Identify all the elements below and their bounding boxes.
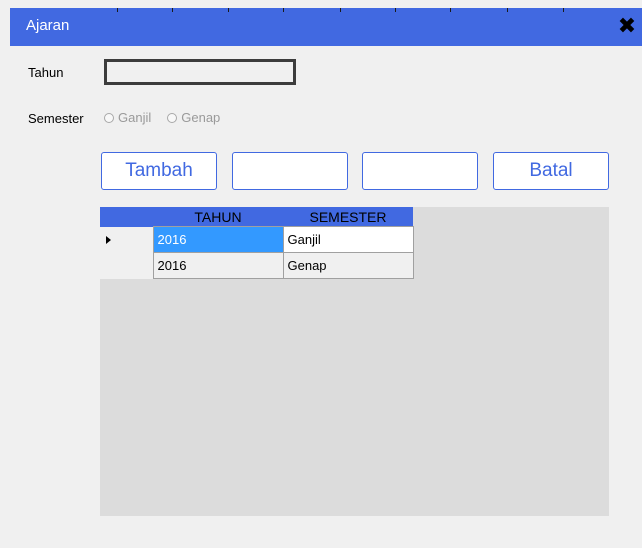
column-header-semester[interactable]: SEMESTER <box>283 207 413 227</box>
cell-semester[interactable]: Genap <box>282 252 414 279</box>
table-row[interactable]: 2016 Ganjil <box>100 226 414 253</box>
tahun-input[interactable] <box>104 59 296 85</box>
radio-circle-icon <box>104 112 114 123</box>
column-header-tahun[interactable]: TAHUN <box>153 207 283 227</box>
title-tick <box>117 8 118 12</box>
radio-circle-icon <box>167 112 178 123</box>
radio-ganjil-label: Ganjil <box>118 110 152 125</box>
radio-genap[interactable]: Genap <box>167 110 220 125</box>
title-tick <box>507 8 508 12</box>
title-tick <box>450 8 451 12</box>
title-bar[interactable]: Ajaran ✖ <box>10 8 642 46</box>
title-tick <box>563 8 564 12</box>
blank-button-2[interactable] <box>232 152 348 190</box>
blank-button-3[interactable] <box>362 152 478 190</box>
title-tick <box>172 8 173 12</box>
semester-radio-group: Ganjil Genap <box>104 110 220 125</box>
row-header[interactable] <box>100 252 153 279</box>
cell-tahun[interactable]: 2016 <box>152 252 284 279</box>
title-tick <box>395 8 396 12</box>
semester-label: Semester <box>28 111 84 126</box>
grid-table: TAHUN SEMESTER 2016 Ganjil 2016 Genap <box>100 207 414 279</box>
title-tick <box>228 8 229 12</box>
radio-genap-label: Genap <box>181 110 221 125</box>
grid-header-row: TAHUN SEMESTER <box>100 207 413 227</box>
radio-ganjil[interactable]: Ganjil <box>104 110 151 125</box>
title-tick <box>340 8 341 12</box>
window-title: Ajaran <box>26 17 70 34</box>
table-row[interactable]: 2016 Genap <box>100 252 414 279</box>
data-grid[interactable]: TAHUN SEMESTER 2016 Ganjil 2016 Genap <box>100 207 609 516</box>
tahun-label: Tahun <box>28 65 64 80</box>
cell-tahun[interactable]: 2016 <box>152 226 284 253</box>
title-tick <box>283 8 284 12</box>
cell-semester[interactable]: Ganjil <box>282 226 414 253</box>
close-icon[interactable]: ✖ <box>616 14 638 38</box>
tambah-button[interactable]: Tambah <box>101 152 217 190</box>
current-row-arrow-icon <box>106 236 111 244</box>
row-header[interactable] <box>100 226 153 253</box>
batal-button[interactable]: Batal <box>493 152 609 190</box>
row-header-corner <box>100 207 153 227</box>
